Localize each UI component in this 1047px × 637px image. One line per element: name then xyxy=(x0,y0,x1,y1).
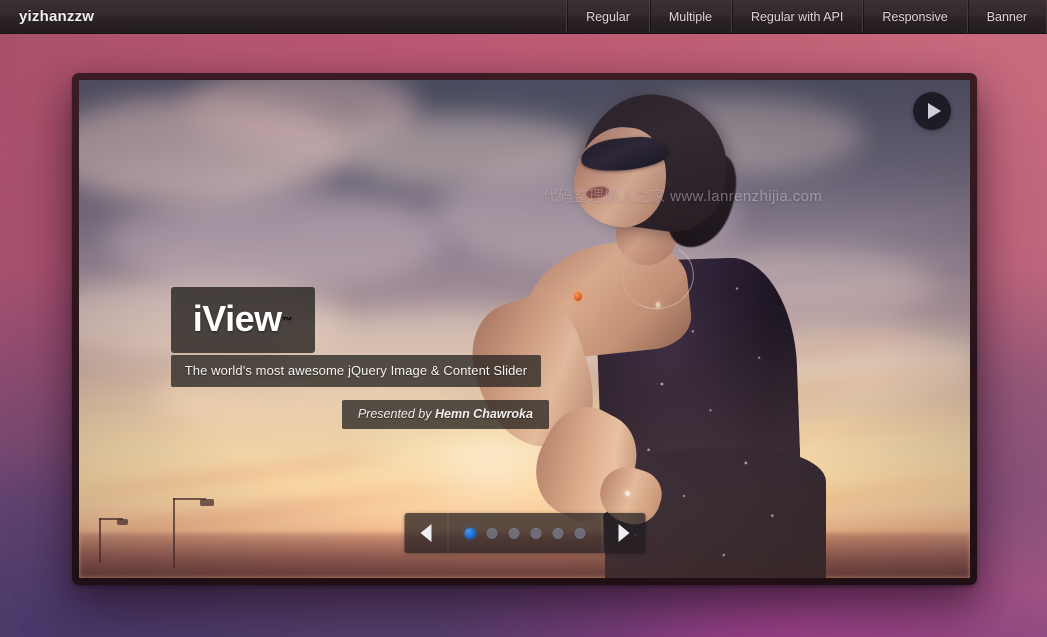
street-lamp xyxy=(173,498,175,568)
main-nav: Regular Multiple Regular with API Respon… xyxy=(566,0,1047,33)
prev-slide-button[interactable] xyxy=(404,513,448,553)
site-brand[interactable]: yizhanzzw xyxy=(0,0,110,33)
caption-subtitle: The world's most awesome jQuery Image & … xyxy=(171,355,541,387)
nav-item-multiple[interactable]: Multiple xyxy=(649,0,731,33)
pagination-dot-6[interactable] xyxy=(574,528,585,539)
slider-controls xyxy=(404,513,645,553)
chevron-right-icon xyxy=(618,524,629,542)
nav-item-banner[interactable]: Banner xyxy=(967,0,1047,33)
pagination-dot-4[interactable] xyxy=(530,528,541,539)
author-name-text: Hemn Chawroka xyxy=(435,407,533,421)
next-slide-button[interactable] xyxy=(601,513,645,553)
play-pause-button[interactable] xyxy=(913,92,951,130)
street-lamp xyxy=(117,519,128,525)
street-lamp xyxy=(200,499,213,506)
nav-item-responsive[interactable]: Responsive xyxy=(862,0,966,33)
necklace-pendant xyxy=(656,302,660,308)
model-ring xyxy=(625,491,630,496)
slide-pagination xyxy=(448,513,601,553)
pagination-dot-2[interactable] xyxy=(486,528,497,539)
slider-frame: 代码整理懒人之家 www.lanrenzhijia.com iView™ The… xyxy=(72,73,977,585)
nav-item-regular[interactable]: Regular xyxy=(566,0,649,33)
slider-stage[interactable]: 代码整理懒人之家 www.lanrenzhijia.com iView™ The… xyxy=(79,80,970,578)
pagination-dot-3[interactable] xyxy=(508,528,519,539)
street-lamp xyxy=(99,518,101,563)
pagination-dot-1[interactable] xyxy=(464,528,475,539)
caption-author: Presented by Hemn Chawroka xyxy=(342,400,549,429)
caption-logo: iView™ xyxy=(171,287,315,353)
pagination-dot-5[interactable] xyxy=(552,528,563,539)
nav-item-regular-with-api[interactable]: Regular with API xyxy=(731,0,862,33)
trademark-symbol: ™ xyxy=(282,316,293,328)
play-icon xyxy=(928,103,941,119)
iview-logo-text: iView xyxy=(193,298,282,339)
author-prefix-text: Presented by xyxy=(358,407,435,421)
model-figure xyxy=(418,80,970,578)
chevron-left-icon xyxy=(420,524,431,542)
top-navigation-bar: yizhanzzw Regular Multiple Regular with … xyxy=(0,0,1047,34)
